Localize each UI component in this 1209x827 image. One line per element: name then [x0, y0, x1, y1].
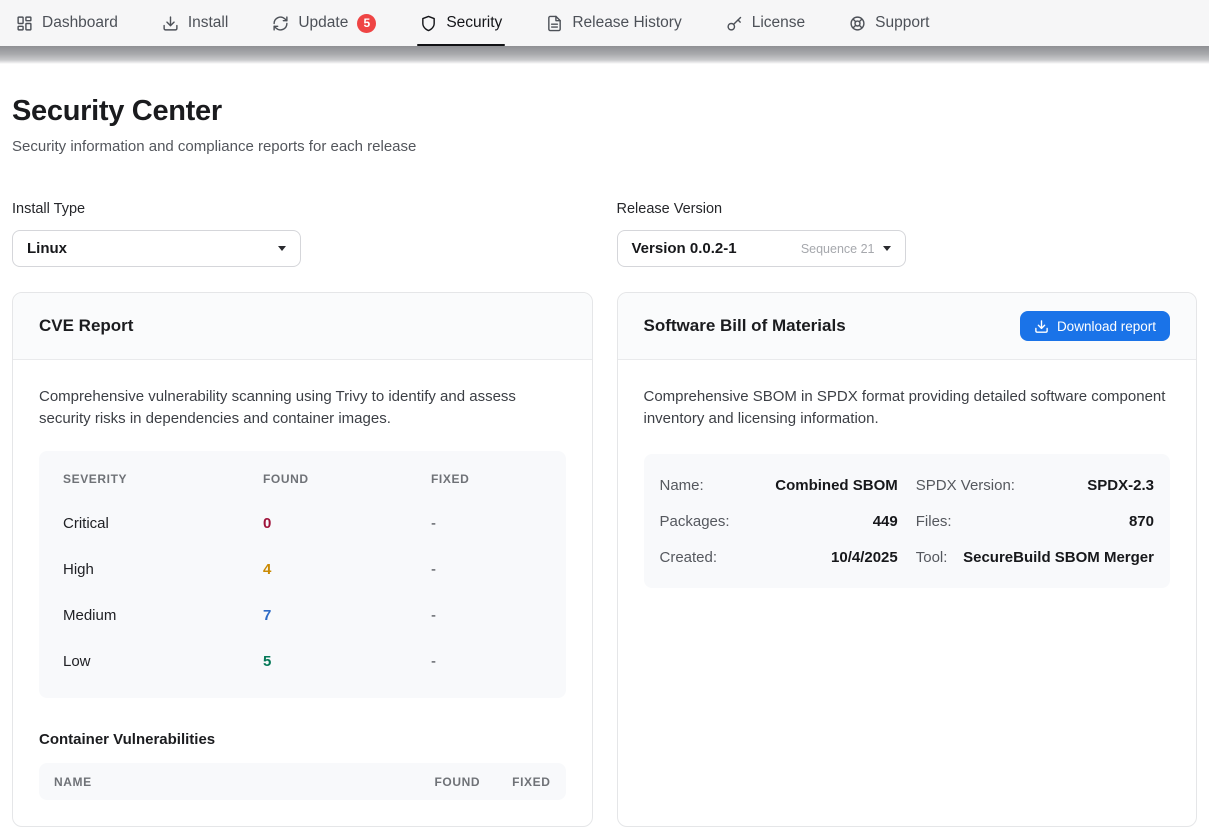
- nav-tab-update[interactable]: Update 5: [272, 0, 376, 46]
- nav-label: Security: [446, 14, 502, 32]
- nav-tab-license[interactable]: License: [726, 0, 805, 46]
- detail-label: Tool:: [916, 549, 948, 566]
- detail-value: 10/4/2025: [831, 549, 898, 566]
- nav-tab-dashboard[interactable]: Dashboard: [16, 0, 118, 46]
- nav-label: Dashboard: [42, 14, 118, 32]
- key-icon: [726, 15, 743, 32]
- detail-value: SecureBuild SBOM Merger: [963, 549, 1154, 566]
- release-version-select[interactable]: Version 0.0.2-1 Sequence 21: [617, 230, 906, 267]
- nav-tab-support[interactable]: Support: [849, 0, 929, 46]
- install-type-label: Install Type: [12, 201, 593, 217]
- found-column-header: FOUND: [263, 472, 431, 486]
- cve-report-body: Comprehensive vulnerability scanning usi…: [13, 360, 592, 826]
- container-vulnerabilities-title: Container Vulnerabilities: [39, 731, 566, 748]
- detail-label: Name:: [660, 477, 704, 494]
- found-count: 7: [263, 607, 431, 624]
- container-vulnerabilities-table-header: NAME FOUND FIXED: [39, 763, 566, 800]
- sbom-detail-files: Files: 870: [916, 503, 1154, 539]
- chevron-down-icon: [278, 246, 286, 251]
- found-count: 4: [263, 561, 431, 578]
- sbom-detail-tool: Tool: SecureBuild SBOM Merger: [916, 539, 1154, 575]
- table-row: Medium 7 -: [63, 607, 542, 624]
- cve-report-card: CVE Report Comprehensive vulnerability s…: [12, 292, 593, 827]
- shield-icon: [420, 15, 437, 32]
- nav-tab-release-history[interactable]: Release History: [546, 0, 681, 46]
- severity-label: Critical: [63, 515, 263, 532]
- detail-label: Created:: [660, 549, 718, 566]
- nav-tab-install[interactable]: Install: [162, 0, 229, 46]
- found-count: 0: [263, 515, 431, 532]
- page-subtitle: Security information and compliance repo…: [12, 138, 1197, 155]
- table-row: High 4 -: [63, 561, 542, 578]
- nav-label: Update: [298, 14, 348, 32]
- detail-value: Combined SBOM: [775, 477, 898, 494]
- detail-label: SPDX Version:: [916, 477, 1015, 494]
- release-version-label: Release Version: [617, 201, 1198, 217]
- detail-value: 870: [1129, 513, 1154, 530]
- page-title: Security Center: [12, 95, 1197, 128]
- sbom-title: Software Bill of Materials: [644, 316, 846, 336]
- found-column-header: FOUND: [434, 775, 480, 789]
- nav-label: Support: [875, 14, 929, 32]
- active-tab-underline: [417, 44, 505, 47]
- report-cards-row: CVE Report Comprehensive vulnerability s…: [12, 292, 1197, 827]
- install-type-select[interactable]: Linux: [12, 230, 301, 267]
- sbom-details-panel: Name: Combined SBOM SPDX Version: SPDX-2…: [644, 454, 1171, 588]
- found-count: 5: [263, 653, 431, 670]
- update-count-badge: 5: [357, 14, 376, 33]
- main-content: Security Center Security information and…: [0, 95, 1209, 827]
- sbom-detail-created: Created: 10/4/2025: [660, 539, 898, 575]
- fixed-count: -: [431, 653, 542, 670]
- filters-row: Install Type Linux Release Version Versi…: [12, 201, 1197, 267]
- fixed-column-header: FIXED: [512, 775, 550, 789]
- detail-label: Files:: [916, 513, 952, 530]
- fixed-count: -: [431, 607, 542, 624]
- name-column-header: NAME: [54, 775, 434, 789]
- fixed-column-header: FIXED: [431, 472, 542, 486]
- detail-value: 449: [873, 513, 898, 530]
- severity-table-header: SEVERITY FOUND FIXED: [63, 472, 542, 486]
- nav-label: Install: [188, 14, 229, 32]
- refresh-icon: [272, 15, 289, 32]
- nav-tab-security[interactable]: Security: [420, 0, 502, 46]
- sbom-card: Software Bill of Materials Download repo…: [617, 292, 1198, 827]
- release-version-filter: Release Version Version 0.0.2-1 Sequence…: [617, 201, 1198, 267]
- chevron-down-icon: [883, 246, 891, 251]
- cve-report-description: Comprehensive vulnerability scanning usi…: [39, 386, 566, 429]
- lifebuoy-icon: [849, 15, 866, 32]
- download-report-label: Download report: [1057, 319, 1156, 334]
- nav-label: Release History: [572, 14, 681, 32]
- severity-table: SEVERITY FOUND FIXED Critical 0 - High 4…: [39, 451, 566, 698]
- sequence-label: Sequence 21: [801, 242, 875, 256]
- file-text-icon: [546, 15, 563, 32]
- sbom-body: Comprehensive SBOM in SPDX format provid…: [618, 360, 1197, 826]
- sbom-description: Comprehensive SBOM in SPDX format provid…: [644, 386, 1171, 429]
- dashboard-grid-icon: [16, 15, 33, 32]
- download-report-button[interactable]: Download report: [1020, 311, 1170, 341]
- fixed-count: -: [431, 515, 542, 532]
- detail-value: SPDX-2.3: [1087, 477, 1154, 494]
- severity-label: High: [63, 561, 263, 578]
- severity-label: Medium: [63, 607, 263, 624]
- table-row: Low 5 -: [63, 653, 542, 670]
- severity-label: Low: [63, 653, 263, 670]
- fixed-count: -: [431, 561, 542, 578]
- download-icon: [1034, 319, 1049, 334]
- sbom-detail-packages: Packages: 449: [660, 503, 898, 539]
- download-icon: [162, 15, 179, 32]
- severity-column-header: SEVERITY: [63, 472, 263, 486]
- release-version-value: Version 0.0.2-1: [632, 240, 737, 257]
- table-row: Critical 0 -: [63, 515, 542, 532]
- sbom-detail-name: Name: Combined SBOM: [660, 467, 898, 503]
- nav-label: License: [752, 14, 805, 32]
- cve-report-header: CVE Report: [13, 293, 592, 360]
- sbom-header: Software Bill of Materials Download repo…: [618, 293, 1197, 360]
- install-type-filter: Install Type Linux: [12, 201, 593, 267]
- top-navigation: Dashboard Install Update 5 Security: [0, 0, 1209, 46]
- sbom-detail-spdx-version: SPDX Version: SPDX-2.3: [916, 467, 1154, 503]
- cve-report-title: CVE Report: [39, 316, 133, 336]
- detail-label: Packages:: [660, 513, 730, 530]
- install-type-value: Linux: [27, 240, 67, 257]
- header-scroll-shadow: [0, 46, 1209, 64]
